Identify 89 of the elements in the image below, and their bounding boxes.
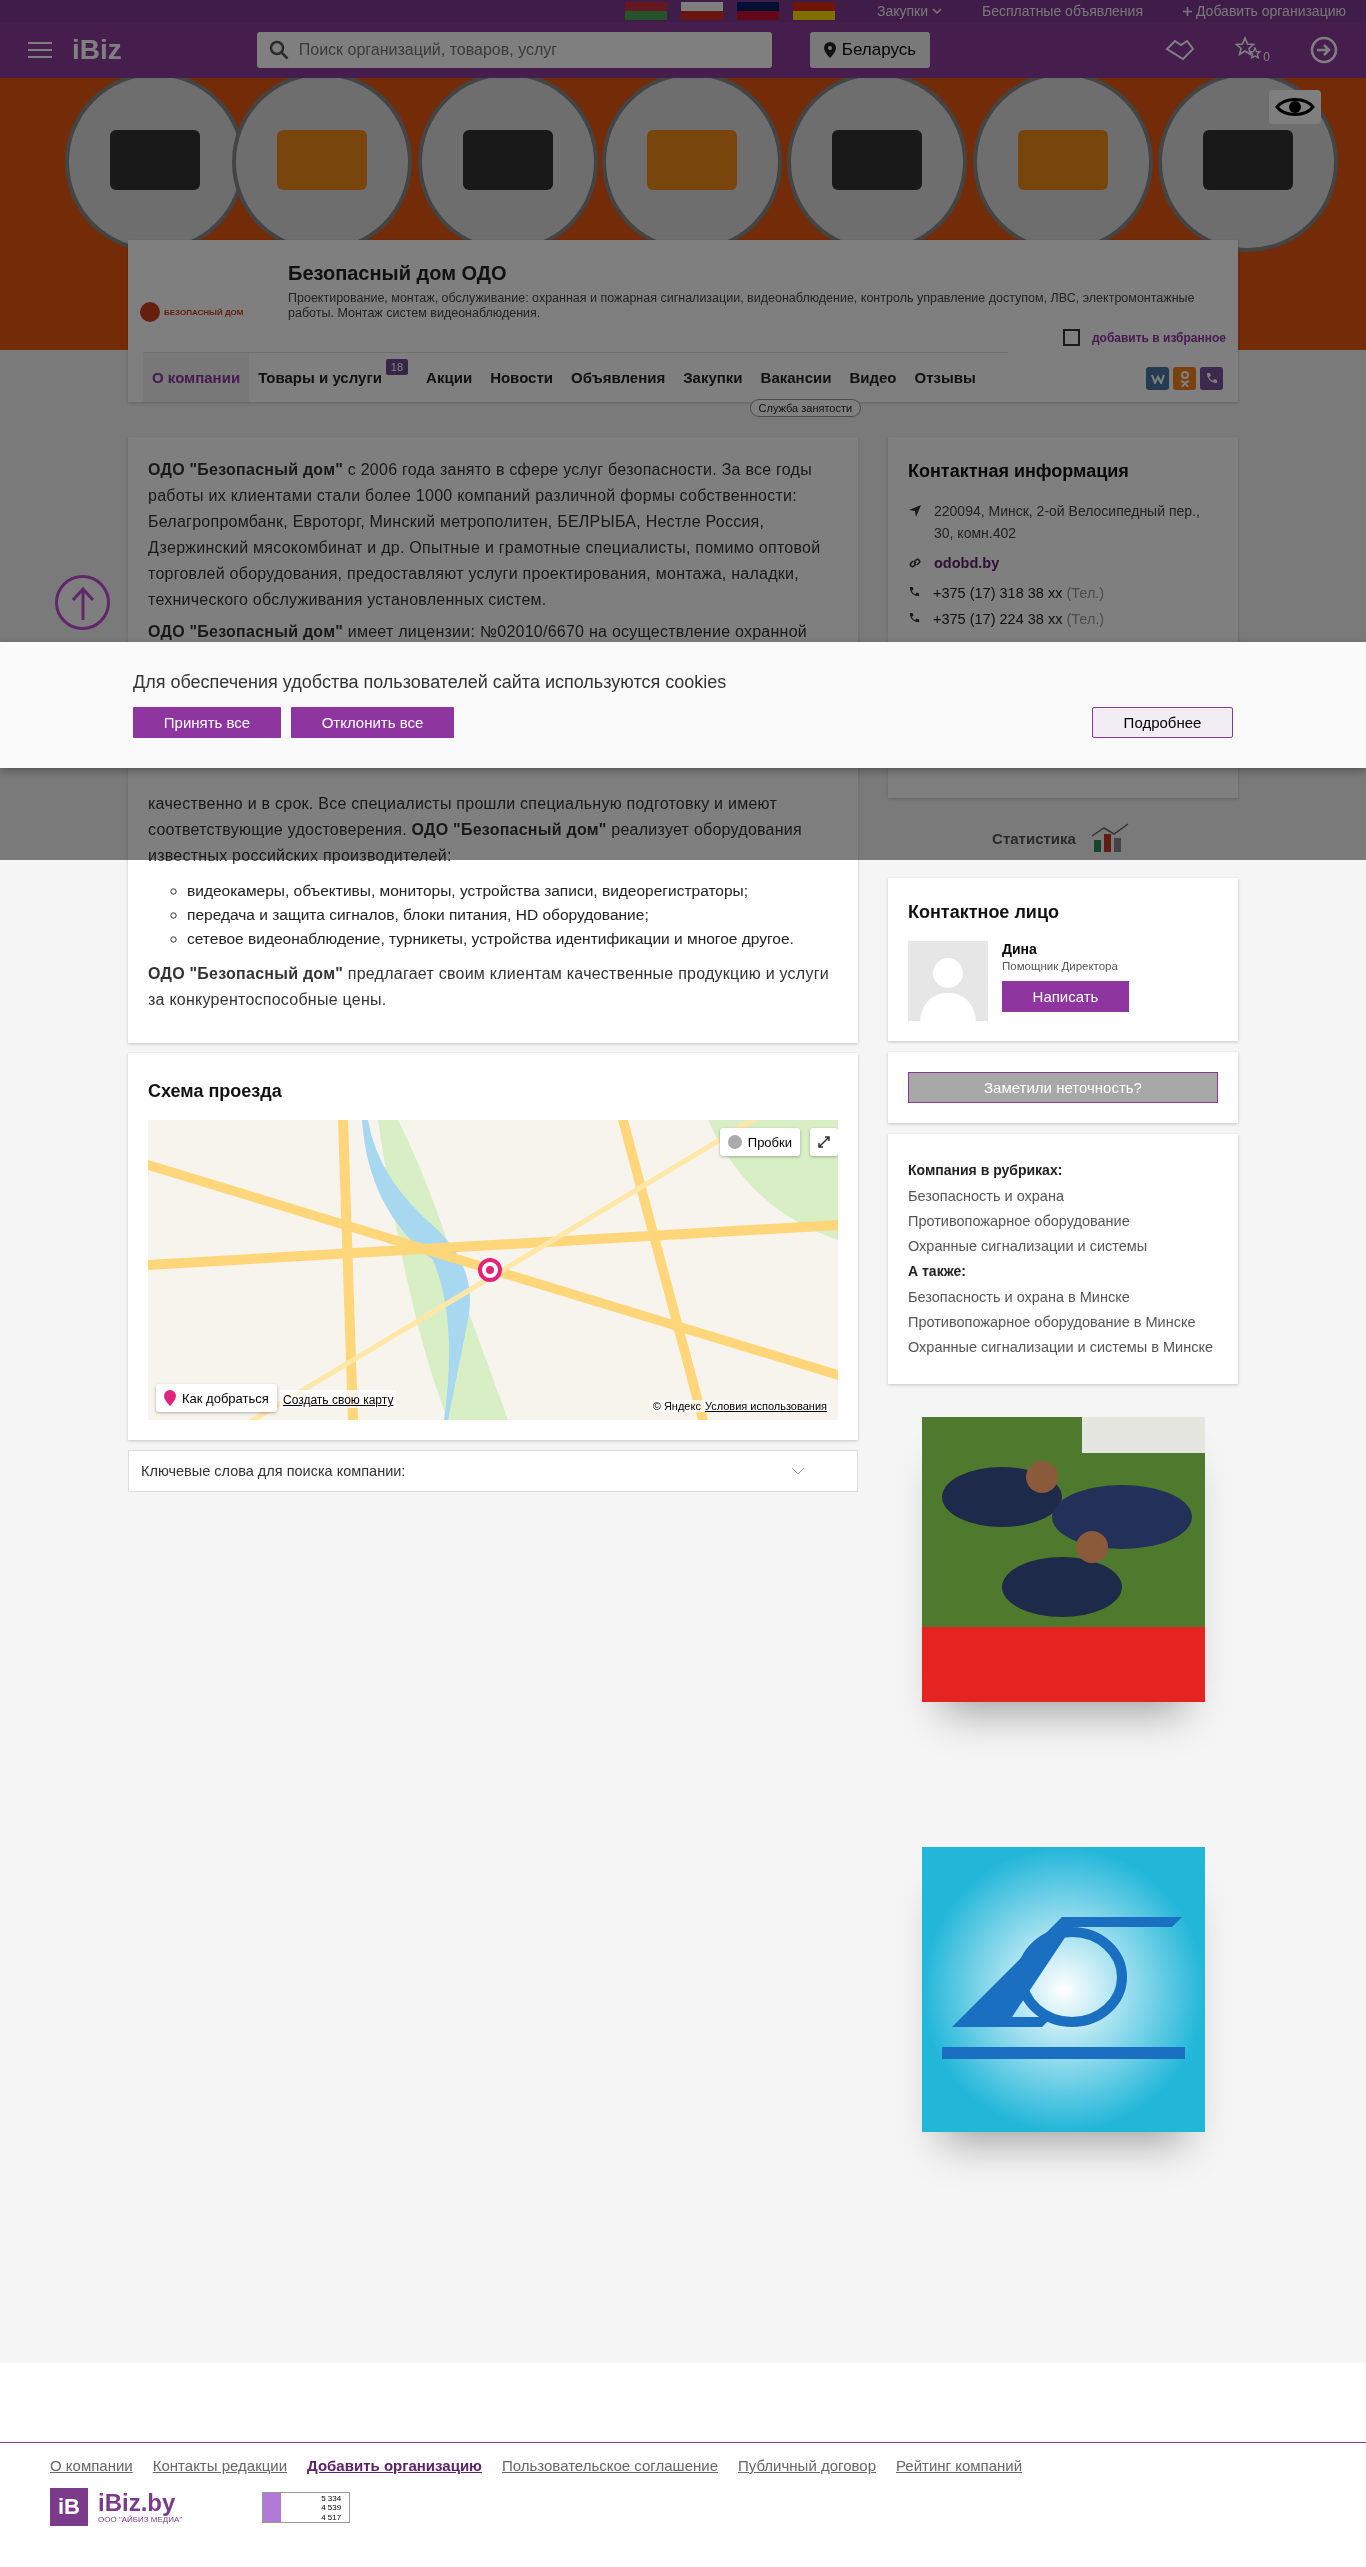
favorite-label[interactable]: добавить в избранное [1091,330,1226,345]
search-icon [268,40,289,60]
chevron-icon [791,1467,805,1475]
menu-icon[interactable] [28,41,52,59]
rubric-link[interactable]: Охранные сигнализации и системы [908,1238,1218,1254]
location-icon [908,504,922,518]
footer-link[interactable]: Публичный договор [738,2457,876,2474]
footer-link[interactable]: Пользовательское соглашение [501,2457,718,2474]
decline-button[interactable]: Отклонить все [291,707,454,738]
section-title: Контактная информация [908,461,1130,482]
company-name: Безопасный дом ОДО [288,262,508,285]
company-logo: БЕЗОПАСНЫЙ ДОМ [140,284,270,340]
top-link[interactable]: Добавить организацию [1183,3,1346,19]
logo-mark[interactable]: iB [50,2488,88,2526]
pin-icon [164,1390,176,1406]
link-icon [908,556,922,570]
eye-icon[interactable] [1269,90,1321,124]
paragraph: ОДО "Безопасный дом" с 2006 года занято в сфере услуг безопасности. За все годы работы их клиентами стали более 1000 компаний различной формы собственности: Белагропромбанк, Евроторг, Минский метрополитен, БЕЛРЫБА, Нестле Россия, Дзержинский мясокомбинат и др. Опытные и грамотные специалисты, помимо оптовой торговлей оборудования, предоставляют услуги проектирования, монтажа, наладки, технического обслуживания установленных систем. [148,460,822,610]
write-button[interactable]: Написать [1002,981,1129,1012]
rubric-link[interactable]: Охранные сигнализации и системы в Минске [908,1339,1218,1355]
list-item: передача и защита сигналов, блоки питания, HD оборудование; [187,905,649,925]
keywords-dropdown[interactable]: Ключевые слова для поиска компании: [128,1450,858,1492]
tooltip: Служба занятости [749,399,862,417]
website-link[interactable]: odobd.by [934,552,1000,574]
tab[interactable]: Новости [481,353,563,402]
footer-link[interactable]: Добавить организацию [307,2457,482,2474]
arrow-up-icon [70,585,95,620]
phone-icon [908,612,921,625]
rubric-link[interactable]: Безопасность и охрана [908,1188,1218,1204]
fullscreen-button[interactable] [810,1128,838,1156]
count-badge: 18 [385,359,409,375]
plus-icon [1183,6,1192,16]
share-icon[interactable] [1146,367,1169,390]
pin-icon [823,42,836,58]
traffic-button[interactable]: Пробки [719,1128,800,1156]
traffic-icon [727,1135,742,1149]
favorites-button[interactable]: 0 [1235,36,1270,64]
bullet-icon [170,887,177,895]
footer-link[interactable]: Рейтинг компаний [896,2457,1023,2474]
route-button[interactable]: Как добраться [156,1384,277,1412]
paragraph: качественно и в срок. Все специалисты прошли специальную подготовку и имеют соответствующие удостоверения. ОДО "Безопасный дом" реализует оборудования известных российских производителей: [148,794,803,866]
phone-icon[interactable] [1200,367,1223,390]
bullet-icon [170,911,177,919]
share-icon[interactable] [1173,367,1196,390]
cookie-text: Для обеспечения удобства пользователей сайта используются cookies [133,672,728,693]
statistics-link[interactable]: Статистика [992,829,1076,847]
footer-link[interactable]: О компании [50,2457,133,2474]
login-icon[interactable] [1310,36,1338,64]
details-button[interactable]: Подробнее [1092,707,1233,738]
person-name: Дина [1002,941,1038,957]
bullet-icon [170,935,177,943]
top-link[interactable]: Закупки [876,3,942,19]
paragraph: ОДО "Безопасный дом" предлагает своим клиентам качественные продукцию и услуги за конкурентоспособные цены. [148,964,830,1010]
terms-link[interactable]: Условия использования [704,1400,827,1412]
company-description: Проектирование, монтаж, обслуживание: охранная и пожарная сигнализации, видеонаблюдение, контроль управление доступом, ЛВС, электромонтажные работы. Монтаж систем видеонаблюдения. [288,291,1196,321]
rubrics-heading: Компания в рубриках: [908,1162,1064,1178]
tab[interactable]: Видео [840,353,906,402]
person-position: Помощник Директора [1002,960,1119,972]
rubrics-heading: А также: [908,1263,967,1279]
address-text: 220094, Минск, 2-ой Велосипедный пер., 30, комн.402 [934,502,1201,543]
favorite-checkbox[interactable] [1062,329,1080,346]
flag-icon[interactable] [681,2,723,20]
tab[interactable]: Закупки [674,353,752,402]
footer-link[interactable]: Контакты редакции [152,2457,288,2474]
paragraph: ОДО "Безопасный дом" имеет лицензии: №02010/6670 на осуществление охранной [148,622,808,642]
tab[interactable]: Отзывы [905,353,985,402]
tab[interactable]: Товары и услуги 18 [249,353,418,402]
rubric-link[interactable]: Безопасность и охрана в Минске [908,1289,1218,1305]
site-logo[interactable]: iBiz [72,34,122,66]
list-item: сетевое видеонаблюдение, турникеты, устройства идентификации и многое другое. [187,929,794,949]
list-item: видеокамеры, объективы, мониторы, устройства записи, видеорегистраторы; [187,881,749,901]
top-link[interactable]: Бесплатные объявления [982,3,1143,19]
accept-button[interactable]: Принять все [133,707,281,738]
section-title: Схема проезда [148,1081,283,1102]
flag-icon[interactable] [793,2,835,20]
visit-counter: 5 334 4 539 4 517 [262,2491,351,2523]
region-button[interactable]: Беларусь [809,32,931,68]
phone-icon [908,586,921,599]
caret-icon [932,8,942,14]
section-title: Контактное лицо [908,902,1060,923]
footer-logo[interactable]: iBiz.by [98,2490,183,2515]
rubric-link[interactable]: Противопожарное оборудование в Минске [908,1314,1218,1330]
tab[interactable]: Акции [417,353,482,402]
expand-icon [818,1136,830,1148]
avatar-icon [908,941,988,1021]
tab[interactable]: О компании [143,353,250,402]
copyright-text: © Яндекс [652,1400,701,1412]
tab[interactable]: Объявления [562,353,675,402]
rubric-link[interactable]: Противопожарное оборудование [908,1213,1218,1229]
